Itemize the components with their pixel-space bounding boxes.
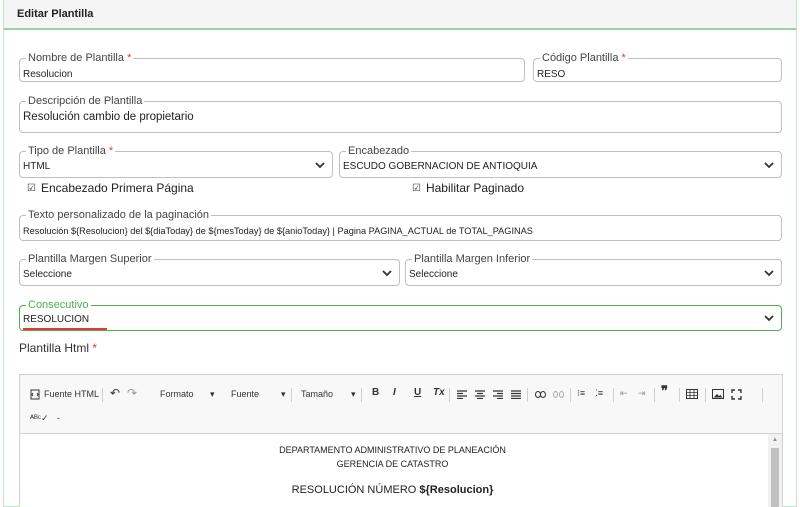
- align-right-icon[interactable]: [493, 390, 503, 399]
- toolbar-divider: [570, 388, 571, 402]
- toolbar-divider: [449, 388, 450, 402]
- required-mark: *: [621, 52, 626, 64]
- toolbar-divider: [762, 388, 763, 402]
- template-description-label: Descripción de Plantilla: [26, 95, 145, 107]
- pagination-text-value: Resolución ${Resolucion} del ${diaToday}…: [23, 226, 533, 236]
- chevron-down-icon: ▾: [351, 389, 356, 399]
- toolbar-divider: [361, 388, 362, 402]
- format-dropdown[interactable]: Formato: [160, 388, 194, 400]
- spellcheck-underline: [23, 328, 107, 330]
- underline-button[interactable]: U: [414, 387, 421, 399]
- blockquote-icon[interactable]: ❞: [661, 384, 668, 397]
- toolbar-divider: [613, 388, 614, 402]
- first-page-header-label: Encabezado Primera Página: [40, 181, 194, 195]
- link-icon[interactable]: [535, 391, 546, 398]
- source-html-icon: [30, 389, 40, 400]
- bulleted-list-icon[interactable]: ⁚≡: [595, 387, 603, 399]
- align-justify-icon[interactable]: [511, 390, 521, 399]
- first-page-header-checkbox[interactable]: ☑ Encabezado Primera Página: [27, 181, 194, 195]
- content-line-resolution: RESOLUCIÓN NÚMERO ${Resolucion}: [291, 484, 494, 496]
- undo-icon[interactable]: ↶: [110, 387, 120, 399]
- bottom-margin-label: Plantilla Margen Inferior: [412, 253, 533, 265]
- size-dropdown[interactable]: Tamaño: [301, 388, 333, 400]
- toolbar-divider: [705, 388, 706, 402]
- required-mark: *: [108, 145, 114, 157]
- chevron-down-icon: ▾: [281, 389, 286, 399]
- header-value: ESCUDO GOBERNACION DE ANTIOQUIA: [343, 161, 538, 172]
- pagination-text-field[interactable]: Texto personalizado de la paginación Res…: [19, 209, 782, 241]
- bold-button[interactable]: B: [372, 387, 379, 399]
- chevron-down-icon: [382, 270, 392, 277]
- spellcheck-dropdown[interactable]: -: [57, 412, 60, 424]
- bottom-margin-select[interactable]: Plantilla Margen Inferior Seleccione: [405, 253, 782, 286]
- consecutive-label: Consecutivo: [26, 299, 91, 311]
- toolbar-divider: [102, 388, 103, 402]
- editor-content[interactable]: DEPARTAMENTO ADMINISTRATIVO DE PLANEACIÓ…: [20, 433, 782, 507]
- chevron-down-icon: [764, 162, 774, 169]
- editor-scrollbar[interactable]: ▲: [768, 434, 782, 507]
- template-code-label: Código Plantilla *: [540, 52, 628, 64]
- toolbar-divider: [654, 388, 655, 402]
- source-html-button[interactable]: Fuente HTML: [44, 388, 99, 400]
- toolbar-divider: [291, 388, 292, 402]
- required-mark: *: [127, 52, 132, 64]
- content-line-management: GERENCIA DE CATASTRO: [336, 459, 449, 469]
- enable-pagination-label: Habilitar Paginado: [425, 181, 525, 195]
- template-name-field[interactable]: Nombre de Plantilla * Resolucion: [19, 52, 525, 82]
- template-name-label: Nombre de Plantilla *: [26, 52, 134, 64]
- italic-button[interactable]: I: [393, 387, 396, 399]
- template-name-value: Resolucion: [23, 69, 73, 80]
- toolbar-divider: [527, 388, 528, 402]
- consecutive-select[interactable]: Consecutivo RESOLUCION: [19, 299, 782, 331]
- table-icon[interactable]: [686, 389, 698, 399]
- font-dropdown[interactable]: Fuente: [231, 388, 259, 400]
- top-margin-label: Plantilla Margen Superior: [26, 253, 154, 265]
- chevron-down-icon: ▾: [210, 389, 215, 399]
- template-description-value: Resolución cambio de propietario: [23, 111, 194, 123]
- spellcheck-icon[interactable]: ᴬᴮᶜ✓: [30, 412, 49, 424]
- indent-icon[interactable]: ⇥: [638, 387, 646, 399]
- enable-pagination-checkbox[interactable]: ☑ Habilitar Paginado: [412, 181, 524, 195]
- numbered-list-icon[interactable]: ⁝≡: [577, 387, 585, 399]
- content-line-department: DEPARTAMENTO ADMINISTRATIVO DE PLANEACIÓ…: [279, 445, 506, 455]
- top-margin-select[interactable]: Plantilla Margen Superior Seleccione: [19, 253, 400, 286]
- image-icon[interactable]: [712, 389, 724, 399]
- clear-format-button[interactable]: Tx: [433, 387, 445, 399]
- redo-icon[interactable]: ↷: [127, 387, 137, 399]
- chevron-down-icon: [315, 162, 325, 169]
- header-label: Encabezado: [346, 145, 412, 157]
- consecutive-value: RESOLUCION: [23, 314, 90, 325]
- bottom-margin-value: Seleccione: [409, 269, 458, 280]
- editor-toolbar: Fuente HTML ↶ ↷ Formato ▾ Fuente ▾ Tamañ…: [20, 375, 782, 433]
- align-left-icon[interactable]: [457, 390, 467, 399]
- checkbox-checked-icon: ☑: [412, 182, 421, 194]
- chevron-down-icon: [764, 315, 774, 322]
- resolution-variable: ${Resolucion}: [419, 484, 494, 496]
- html-template-label: Plantilla Html *: [19, 341, 98, 355]
- card-header: Editar Plantilla: [4, 0, 796, 30]
- checkbox-checked-icon: ☑: [27, 182, 36, 194]
- toolbar-divider: [679, 388, 680, 402]
- align-center-icon[interactable]: [475, 390, 485, 399]
- pagination-text-label: Texto personalizado de la paginación: [26, 209, 212, 221]
- unlink-icon[interactable]: [553, 391, 564, 398]
- page-title: Editar Plantilla: [17, 8, 94, 20]
- template-description-field[interactable]: Descripción de Plantilla Resolución camb…: [19, 95, 782, 133]
- maximize-icon[interactable]: [731, 389, 742, 400]
- outdent-icon[interactable]: ⇤: [620, 387, 628, 399]
- html-editor: Fuente HTML ↶ ↷ Formato ▾ Fuente ▾ Tamañ…: [19, 374, 783, 507]
- scroll-up-icon[interactable]: ▲: [772, 437, 778, 443]
- required-mark: *: [92, 341, 98, 355]
- scrollbar-thumb[interactable]: [771, 448, 779, 507]
- template-type-value: HTML: [23, 161, 51, 172]
- top-margin-value: Seleccione: [23, 269, 72, 280]
- header-select[interactable]: Encabezado ESCUDO GOBERNACION DE ANTIOQU…: [339, 145, 782, 178]
- template-type-label: Tipo de Plantilla *: [26, 145, 116, 157]
- chevron-down-icon: [764, 270, 774, 277]
- template-type-select[interactable]: Tipo de Plantilla * HTML: [19, 145, 333, 178]
- template-code-field[interactable]: Código Plantilla * RESO: [533, 52, 782, 82]
- template-code-value: RESO: [537, 69, 566, 80]
